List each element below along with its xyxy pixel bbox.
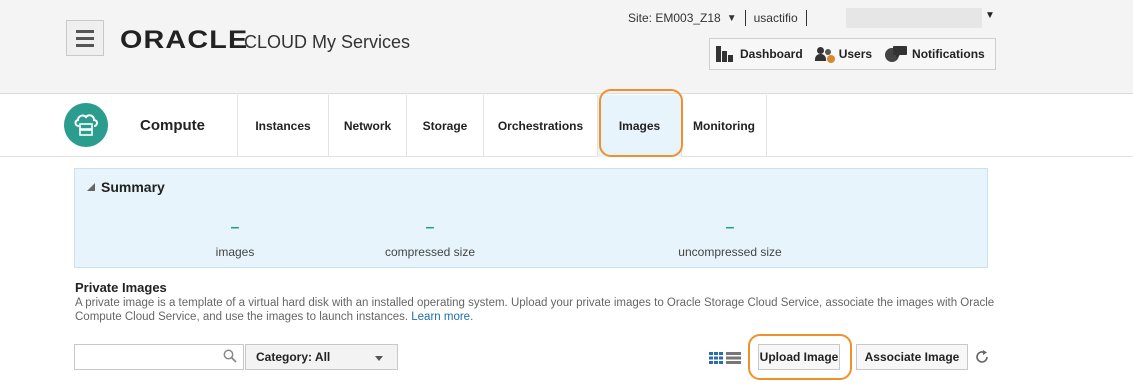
- associate-image-button[interactable]: Associate Image: [856, 344, 968, 370]
- service-title: Compute: [140, 117, 205, 134]
- metric-label: images: [215, 245, 255, 259]
- metric-value: –: [230, 219, 240, 236]
- hamburger-icon[interactable]: [66, 20, 104, 56]
- notifications-label: Notifications: [912, 47, 985, 61]
- upload-image-button[interactable]: Upload Image: [758, 344, 840, 370]
- cloud-server-icon: [64, 103, 108, 147]
- users-label: Users: [838, 47, 873, 61]
- tab-storage[interactable]: Storage: [406, 95, 483, 157]
- site-selector[interactable]: Site: EM003_Z18 ▼ usactifio: [628, 10, 815, 26]
- metric-value: –: [425, 219, 435, 236]
- divider: [744, 10, 746, 26]
- tab-network[interactable]: Network: [328, 95, 406, 157]
- dashboard-link[interactable]: Dashboard: [710, 39, 809, 69]
- tab-orchestrations[interactable]: Orchestrations: [483, 95, 597, 157]
- section-description: A private image is a template of a virtu…: [75, 296, 995, 324]
- search-icon[interactable]: [223, 349, 237, 363]
- tab-instances[interactable]: Instances: [237, 95, 328, 157]
- tab-images[interactable]: Images: [597, 95, 681, 157]
- description-text: A private image is a template of a virtu…: [75, 297, 995, 323]
- metric-images: – images: [185, 219, 285, 259]
- summary-panel: Summary – images – compressed size – unc…: [74, 168, 988, 268]
- notifications-icon: [884, 45, 908, 63]
- chevron-down-icon: ▼: [726, 12, 737, 24]
- metric-uncompressed-size: – uncompressed size: [665, 219, 795, 259]
- metric-label: uncompressed size: [678, 245, 782, 259]
- collapse-triangle-icon: [87, 183, 95, 191]
- dashboard-label: Dashboard: [740, 47, 803, 61]
- product-name: CLOUD My Services: [244, 32, 411, 52]
- chevron-down-icon: [375, 356, 383, 361]
- summary-heading: Summary: [101, 179, 165, 195]
- users-link[interactable]: Users: [809, 39, 878, 69]
- dashboard-icon: [716, 46, 736, 62]
- section-title: Private Images: [75, 280, 167, 295]
- tab-monitoring[interactable]: Monitoring: [681, 95, 767, 157]
- top-nav: Dashboard Users Notifications: [709, 38, 996, 70]
- account-selector[interactable]: [846, 8, 982, 28]
- metric-label: compressed size: [384, 245, 476, 259]
- chevron-down-icon[interactable]: ▼: [985, 10, 995, 21]
- service-nav: Compute Instances Network Storage Orches…: [0, 95, 1133, 157]
- metric-value: –: [725, 219, 735, 236]
- service-tabs: Instances Network Storage Orchestrations…: [237, 95, 767, 157]
- learn-more-link[interactable]: Learn more.: [411, 311, 473, 323]
- oracle-cloud-logo: ORACLE CLOUD My Services: [120, 26, 410, 55]
- category-select[interactable]: Category: All: [245, 344, 398, 370]
- header-bar: ORACLE CLOUD My Services Site: EM003_Z18…: [0, 0, 1133, 94]
- divider: [805, 10, 807, 26]
- notifications-link[interactable]: Notifications: [878, 39, 991, 69]
- view-toggle-icon[interactable]: [709, 351, 741, 364]
- site-label: Site: EM003_Z18: [628, 11, 721, 25]
- metric-compressed-size: – compressed size: [370, 219, 490, 259]
- search-input[interactable]: [74, 344, 244, 370]
- category-label: Category: All: [256, 350, 331, 364]
- refresh-icon[interactable]: [974, 349, 990, 365]
- users-icon: [814, 46, 835, 63]
- summary-toggle[interactable]: Summary: [87, 179, 165, 195]
- user-label: usactifio: [753, 11, 798, 25]
- brand-name: ORACLE: [120, 26, 249, 54]
